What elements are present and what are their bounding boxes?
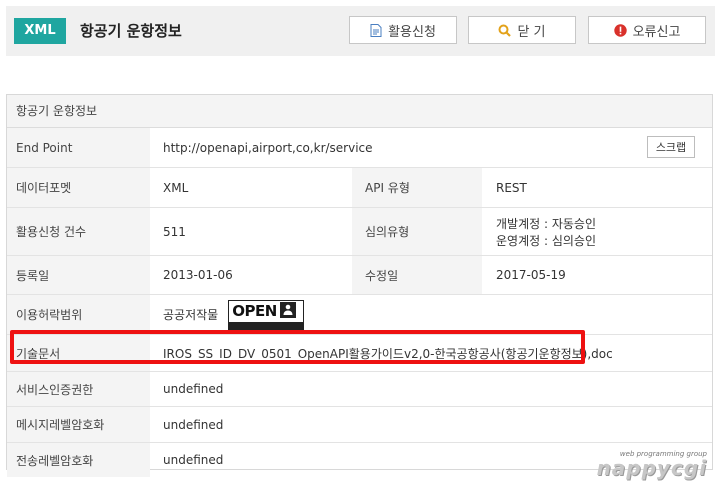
apply-button-label: 활용신청 [388,24,436,40]
label-license: 이용허락범위 [7,295,150,334]
row-license: 이용허락범위 공공저작물 OPEN [7,295,712,335]
row-service-auth: 서비스인증권한 undefined [7,372,712,407]
row-end-point: End Point http://openapi,airport,co,kr/s… [7,128,712,168]
review-ops: 운영계정 : 심의승인 [496,233,596,248]
row-data-format: 데이터포멧 XML API 유형 REST [7,168,712,208]
label-transport-encryption: 전송레벨암호화 [7,443,150,477]
watermark: web programming group nappycgi [597,450,707,478]
close-button-label: 닫 기 [517,24,546,40]
value-data-format: XML [163,180,189,195]
highlight-box [10,330,585,364]
modified-text: 2017-05-19 [496,268,566,282]
panel-title: 항공기 운항정보 [7,95,712,128]
value-review-type: 개발계정 : 자동승인 운영계정 : 심의승인 [482,208,596,255]
license-text: 공공저작물 [163,308,219,322]
label-apply-count: 활용신청 건수 [7,208,150,255]
row-apply-count: 활용신청 건수 511 심의유형 개발계정 : 자동승인 운영계정 : 심의승인 [7,208,712,256]
value-modified: 2017-05-19 [482,256,566,294]
label-message-encryption: 메시지레벨암호화 [7,407,150,442]
open-license-logo: OPEN [228,299,305,330]
review-dev: 개발계정 : 자동승인 [496,216,596,231]
value-message-encryption: undefined [163,417,224,432]
apply-button[interactable]: 활용신청 [349,16,457,44]
alert-icon [613,23,627,37]
label-service-auth: 서비스인증권한 [7,372,150,406]
value-transport-encryption: undefined [163,453,224,467]
scrap-button[interactable]: 스크랩 [647,136,695,158]
search-icon [498,24,512,37]
label-data-format: 데이터포멧 [7,168,150,207]
close-button[interactable]: 닫 기 [468,16,576,44]
label-review-type: 심의유형 [352,208,482,255]
row-message-encryption: 메시지레벨암호화 undefined [7,407,712,443]
xml-badge: XML [14,18,66,44]
document-icon [370,23,382,37]
label-modified: 수정일 [352,256,482,294]
page-title: 항공기 운항정보 [80,22,182,40]
api-type-text: REST [496,180,527,195]
value-apply-count: 511 [163,224,186,239]
label-end-point: End Point [7,128,150,167]
info-panel: 항공기 운항정보 End Point http://openapi,airpor… [6,94,713,477]
value-registered: 2013-01-06 [163,268,233,282]
row-registered: 등록일 2013-01-06 수정일 2017-05-19 [7,256,712,295]
value-license: 공공저작물 OPEN [150,295,305,334]
watermark-logo: nappycgi [596,456,707,480]
value-end-point: http://openapi,airport,co,kr/service [163,140,373,155]
report-error-button[interactable]: 오류신고 [588,16,706,44]
person-icon [279,301,296,321]
label-api-type: API 유형 [352,168,482,207]
open-logo-text: OPEN [232,302,277,321]
value-service-auth: undefined [163,382,224,396]
page-header: XML 항공기 운항정보 활용신청 닫 기 오류신고 [6,6,715,56]
report-error-button-label: 오류신고 [632,24,681,40]
label-registered: 등록일 [7,256,150,294]
value-api-type: REST [482,168,527,207]
